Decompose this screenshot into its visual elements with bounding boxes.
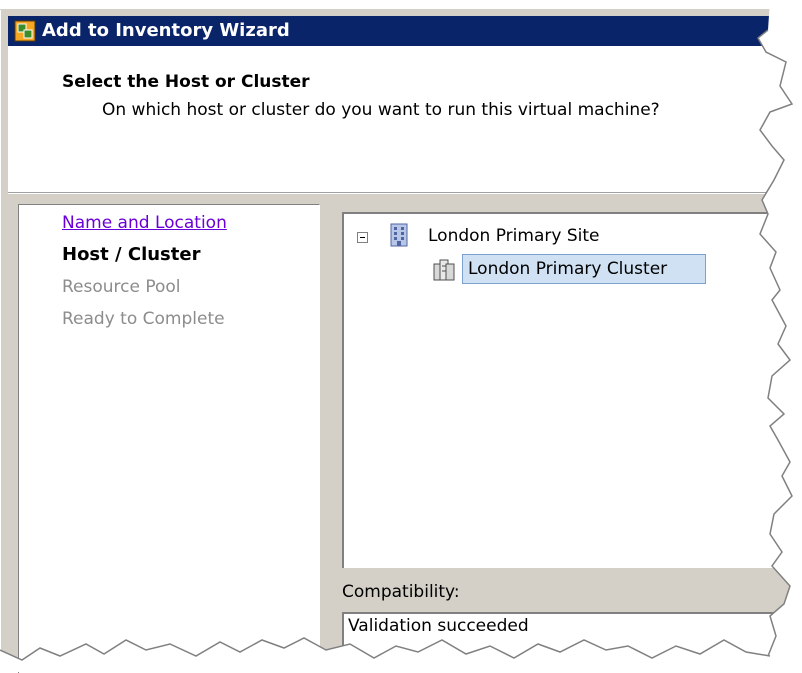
step-resource-pool: Resource Pool: [62, 277, 181, 297]
step-name-and-location[interactable]: Name and Location: [62, 212, 227, 234]
step-host-cluster: Host / Cluster: [62, 244, 201, 265]
compatibility-label: Compatibility:: [342, 582, 460, 602]
datacenter-icon: [390, 223, 408, 247]
compatibility-status: Validation succeeded: [348, 616, 529, 636]
wizard-window: Add to Inventory Wizard Select the Host …: [0, 0, 802, 673]
vmware-app-icon: [14, 20, 36, 42]
window-title: Add to Inventory Wizard: [42, 20, 290, 41]
page-title: Select the Host or Cluster: [62, 72, 310, 92]
collapse-toggle-icon[interactable]: [357, 232, 368, 243]
tree-item-datacenter[interactable]: London Primary Site: [428, 226, 599, 246]
tree-item-cluster[interactable]: London Primary Cluster: [462, 254, 706, 284]
wizard-header: [8, 46, 802, 194]
steps-panel: [18, 204, 320, 673]
page-subtitle: On which host or cluster do you want to …: [102, 100, 660, 120]
cluster-icon: [433, 259, 455, 281]
step-ready-to-complete: Ready to Complete: [62, 309, 225, 329]
